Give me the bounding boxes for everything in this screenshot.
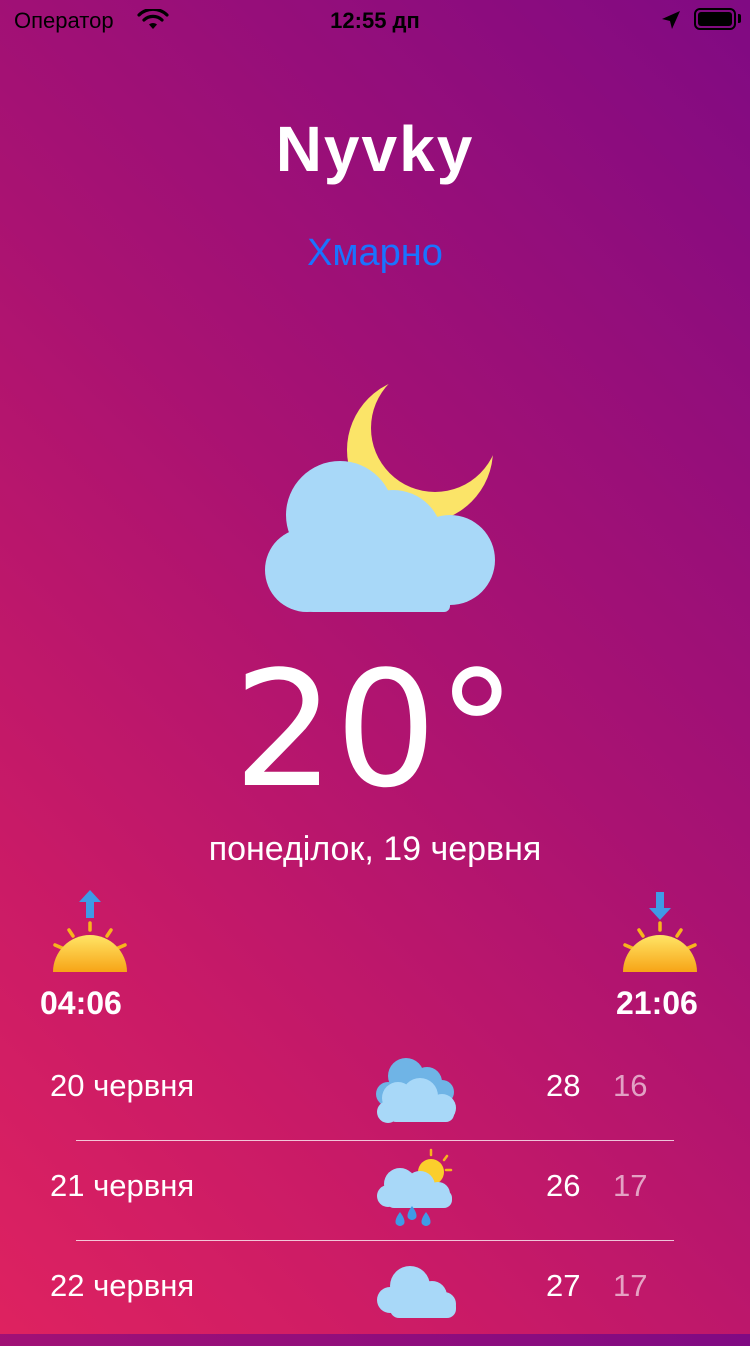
sunrise-icon [45, 888, 135, 978]
forecast-row[interactable]: 22 червня 27 17 [0, 1246, 750, 1346]
forecast-date: 22 червня [50, 1268, 195, 1303]
status-time: 12:55 дп [330, 8, 420, 33]
battery-tip [738, 14, 741, 23]
forecast-low: 17 [613, 1168, 648, 1203]
current-date: понеділок, 19 червня [208, 830, 542, 868]
rain-sun-icon [372, 1146, 462, 1236]
condition-label: Хмарно [307, 232, 443, 274]
forecast-row[interactable]: 20 червня 28 16 [0, 1046, 750, 1146]
current-temperature: 20° [233, 636, 517, 823]
forecast-high: 28 [546, 1068, 581, 1103]
cloudy-icon [372, 1046, 462, 1136]
forecast-row[interactable]: 21 червня 26 17 [0, 1146, 750, 1246]
sunset-icon [615, 888, 705, 978]
location-arrow-icon [660, 9, 682, 36]
forecast-low: 17 [613, 1268, 648, 1303]
row-divider [76, 1240, 674, 1241]
status-bar: Оператор 12:55 дп [0, 0, 750, 40]
forecast-date: 21 червня [50, 1168, 195, 1203]
cloud-icon [372, 1246, 462, 1331]
city-name: Nyvky [275, 113, 475, 185]
sunrise-time: 04:06 [40, 985, 122, 1021]
forecast-date: 20 червня [50, 1068, 195, 1103]
battery-icon [694, 8, 736, 30]
sunset-time: 21:06 [616, 985, 698, 1021]
forecast-low: 16 [613, 1068, 648, 1103]
forecast-high: 26 [546, 1168, 581, 1203]
forecast-high: 27 [546, 1268, 581, 1303]
cloud-moon-icon [250, 370, 500, 620]
row-divider [76, 1140, 674, 1141]
